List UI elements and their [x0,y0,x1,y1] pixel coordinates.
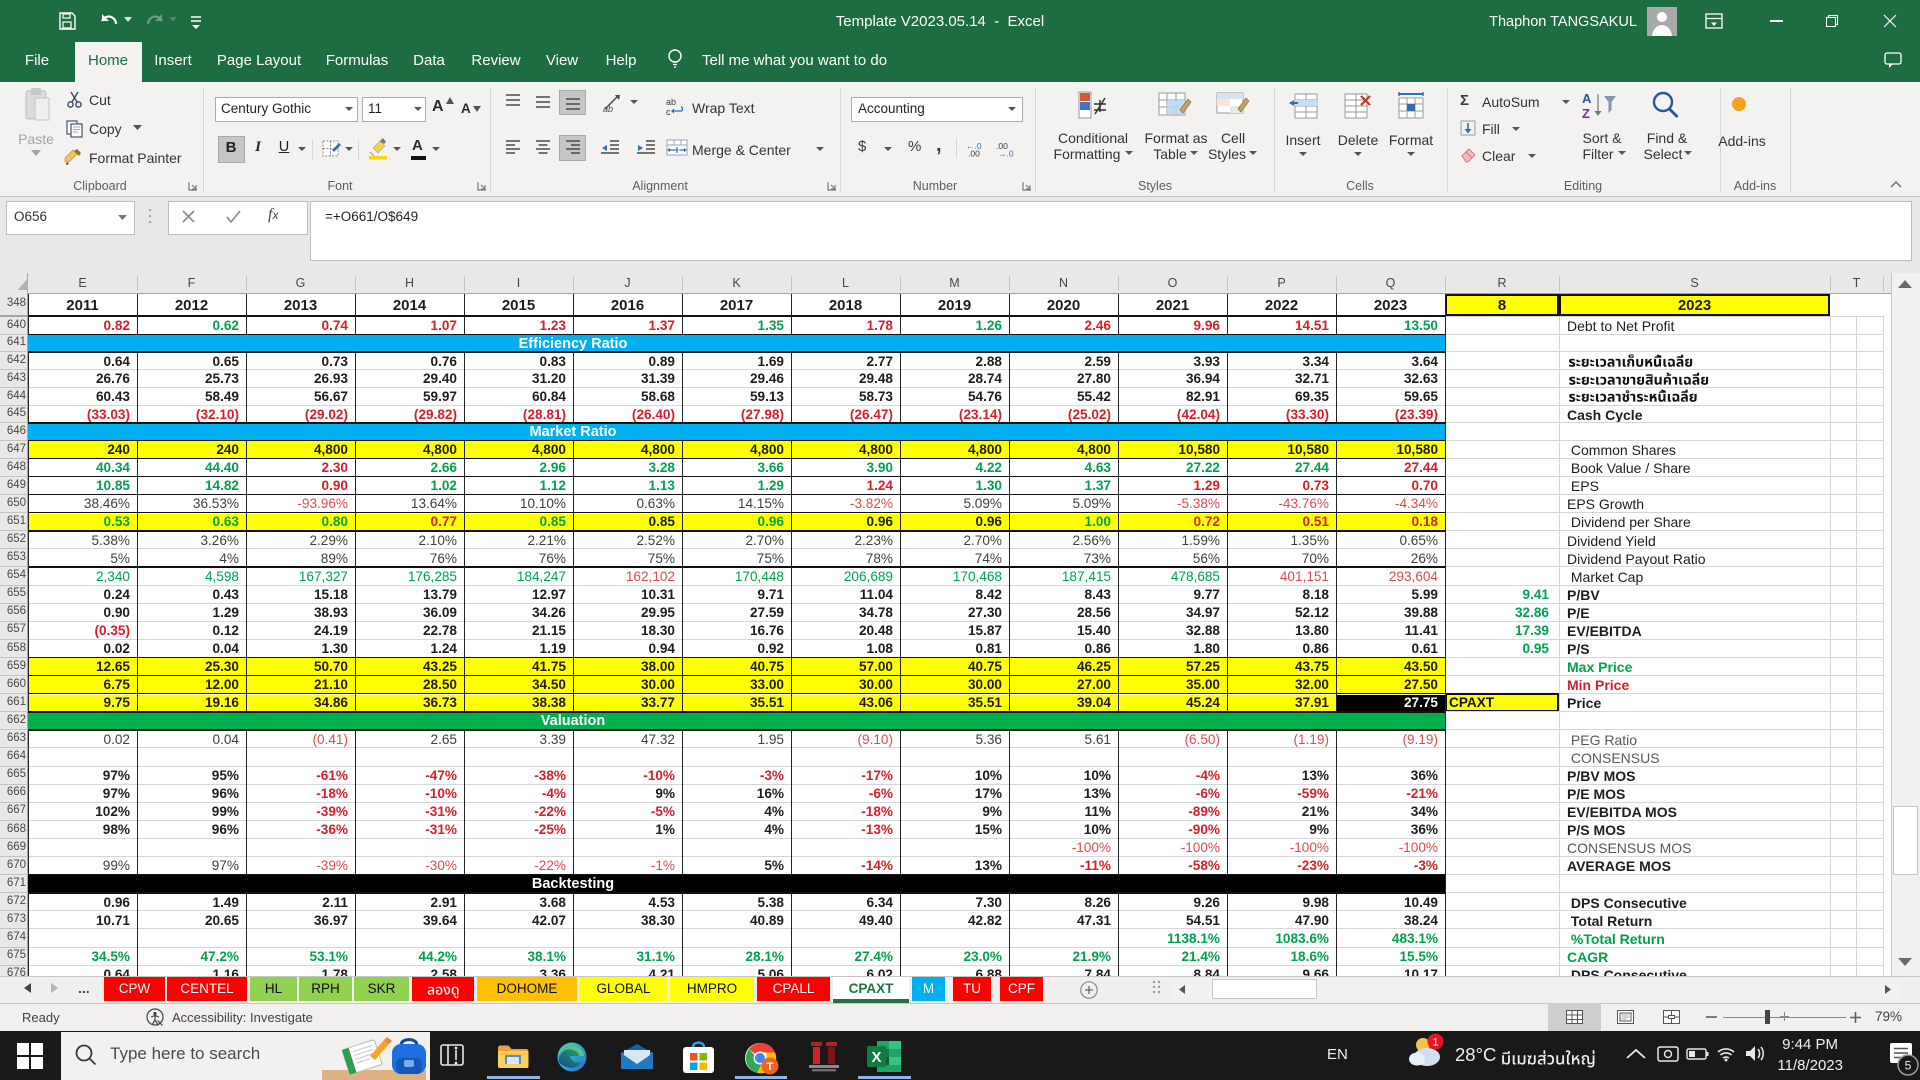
svg-text:ab: ab [603,104,613,114]
svg-text:ab: ab [666,97,676,107]
svg-text:c: c [666,107,671,117]
svg-text:T: T [767,1061,774,1073]
svg-text:Z: Z [1582,106,1590,121]
svg-text:.00: .00 [968,149,980,159]
svg-text:→.0: →.0 [998,149,1014,159]
svg-text:1: 1 [1432,1037,1438,1049]
svg-text:X: X [871,1049,881,1066]
svg-text:5: 5 [1905,1059,1912,1073]
svg-text:A: A [1582,91,1592,106]
